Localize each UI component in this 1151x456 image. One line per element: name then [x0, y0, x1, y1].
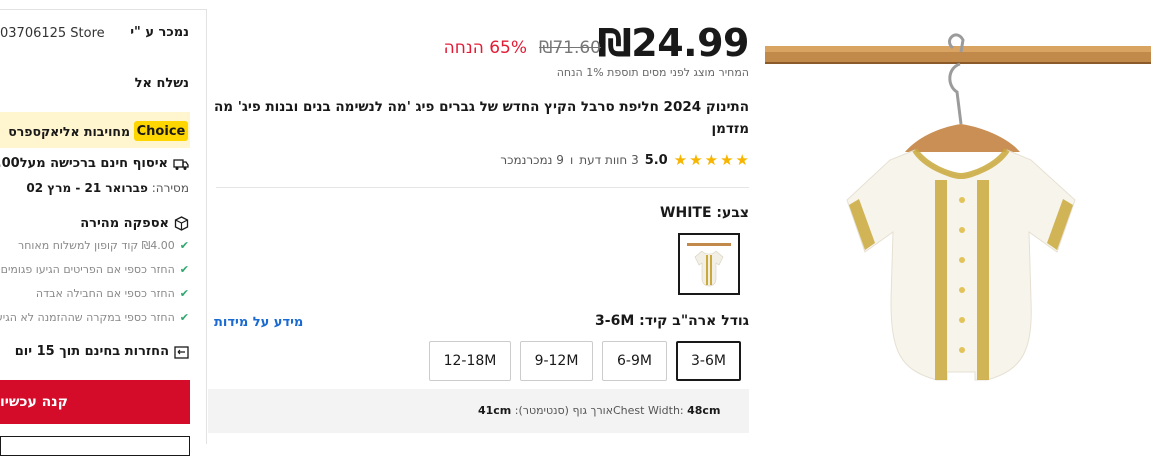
tax-note: המחיר מוצג לפני מסים תוספת 1% הנחה — [556, 66, 749, 79]
fast-delivery-row: אספקה מהירה — [80, 216, 189, 231]
chest-width-value: 48cm — [687, 404, 721, 417]
benefit-text: החזר כספי אם הפריטים הגיעו פגומים — [0, 263, 175, 276]
benefit-text: החזר כספי במקרה שההזמנה לא הגיעה — [0, 311, 175, 324]
delivery-prefix: מסירה: — [151, 181, 189, 195]
color-label: צבע: WHITE — [660, 205, 749, 221]
seller-label: נמכר ע "י — [130, 25, 189, 40]
star-icon: ★ — [735, 150, 749, 169]
truck-icon — [173, 158, 189, 170]
swatch-thumbnail-icon — [687, 243, 731, 287]
size-chart-row: Chest Width: 48cm אורך גוף (סנטימטר): 41… — [208, 389, 749, 433]
free-returns-row: החזרות בחינם תוך 15 יום — [15, 344, 189, 359]
product-image[interactable] — [765, 0, 1151, 444]
separator: ו — [569, 153, 574, 167]
chest-width-label: Chest Width: — [613, 404, 684, 417]
fast-delivery-text: אספקה מהירה — [80, 216, 169, 231]
size-info-link[interactable]: מידע על מידות — [214, 315, 303, 330]
hanging-onesie-image — [765, 33, 1151, 381]
color-label-text: צבע: — [716, 205, 749, 221]
size-label-text: גודל ארה"ב קיד: — [639, 313, 749, 329]
review-count[interactable]: 3 חוות דעת — [579, 153, 638, 167]
choice-commitment-text: מחויבות אליאקספרס — [8, 124, 130, 139]
benefit-item: ✔ ₪4.00 קוד קופון למשלוח מאוחר — [18, 239, 189, 252]
benefit-item: ✔ החזר כספי אם הפריטים הגיעו פגומים — [1, 263, 189, 276]
check-icon: ✔ — [179, 311, 189, 324]
size-option-3-6m[interactable]: 3-6M — [676, 341, 741, 381]
size-option-6-9m[interactable]: 6-9M — [602, 341, 667, 381]
benefit-item: ✔ החזר כספי אם החבילה אבדה — [36, 287, 189, 300]
check-icon: ✔ — [179, 239, 189, 252]
body-length: אורך גוף (סנטימטר): 41cm — [478, 404, 613, 417]
chest-width: Chest Width: 48cm — [613, 404, 720, 417]
benefit-item: ✔ החזר כספי במקרה שההזמנה לא הגיעה — [0, 311, 189, 324]
rating-score: 5.0 — [644, 152, 668, 168]
store-link[interactable]: 03706125 Store — [0, 26, 105, 41]
benefit-text: החזר כספי אם החבילה אבדה — [35, 287, 175, 300]
size-option-12-18m[interactable]: 12-18M — [429, 341, 511, 381]
add-to-cart-button[interactable] — [0, 436, 190, 456]
size-value: 3-6M — [595, 313, 635, 329]
delivery-dates-row: מסירה: פברואר 21 - מרץ 02 — [26, 181, 189, 195]
color-value: WHITE — [660, 205, 712, 221]
free-shipping-text: איסוף חינם ברכישה מעל₪40.00 — [0, 156, 168, 171]
returns-icon — [174, 345, 189, 359]
divider — [216, 187, 749, 188]
choice-badge: Choice — [134, 121, 188, 141]
current-price: ₪24.99 — [597, 21, 749, 65]
sidebar-top-border — [0, 9, 207, 10]
sold-count: 9 נמכרנמכר — [500, 153, 564, 167]
body-length-label: אורך גוף (סנטימטר): — [514, 404, 613, 417]
size-label: גודל ארה"ב קיד: 3-6M — [595, 313, 749, 329]
original-price: ₪71.60 — [539, 38, 601, 58]
body-length-value: 41cm — [477, 404, 512, 417]
star-icon: ★ — [673, 150, 688, 169]
benefit-text: ₪4.00 קוד קופון למשלוח מאוחר — [18, 239, 175, 252]
delivery-dates: פברואר 21 - מרץ 02 — [26, 181, 148, 195]
product-title: התינוק 2024 חליפת סרבל הקיץ החדש של גברי… — [213, 99, 749, 137]
color-swatch-white[interactable] — [678, 233, 740, 295]
check-icon: ✔ — [179, 263, 189, 276]
star-icon: ★ — [720, 150, 734, 169]
rating-stars: ★ ★ ★ ★ ★ — [673, 150, 749, 169]
ship-to-label[interactable]: נשלח אל — [135, 76, 189, 91]
discount-label: 65% הנחה — [443, 38, 527, 58]
box-icon — [174, 216, 189, 231]
free-shipping-row: איסוף חינם ברכישה מעל₪40.00 — [0, 156, 189, 171]
buy-now-button[interactable]: קנה עכשיו — [0, 380, 190, 424]
sidebar-border — [206, 9, 207, 444]
star-icon: ★ — [704, 150, 719, 169]
free-returns-text: החזרות בחינם תוך 15 יום — [14, 344, 169, 359]
rating-row[interactable]: ★ ★ ★ ★ ★ 5.0 3 חוות דעת ו 9 נמכרנמכר — [500, 152, 749, 168]
star-icon: ★ — [689, 150, 703, 169]
size-option-9-12m[interactable]: 9-12M — [520, 341, 593, 381]
check-icon: ✔ — [179, 287, 189, 300]
